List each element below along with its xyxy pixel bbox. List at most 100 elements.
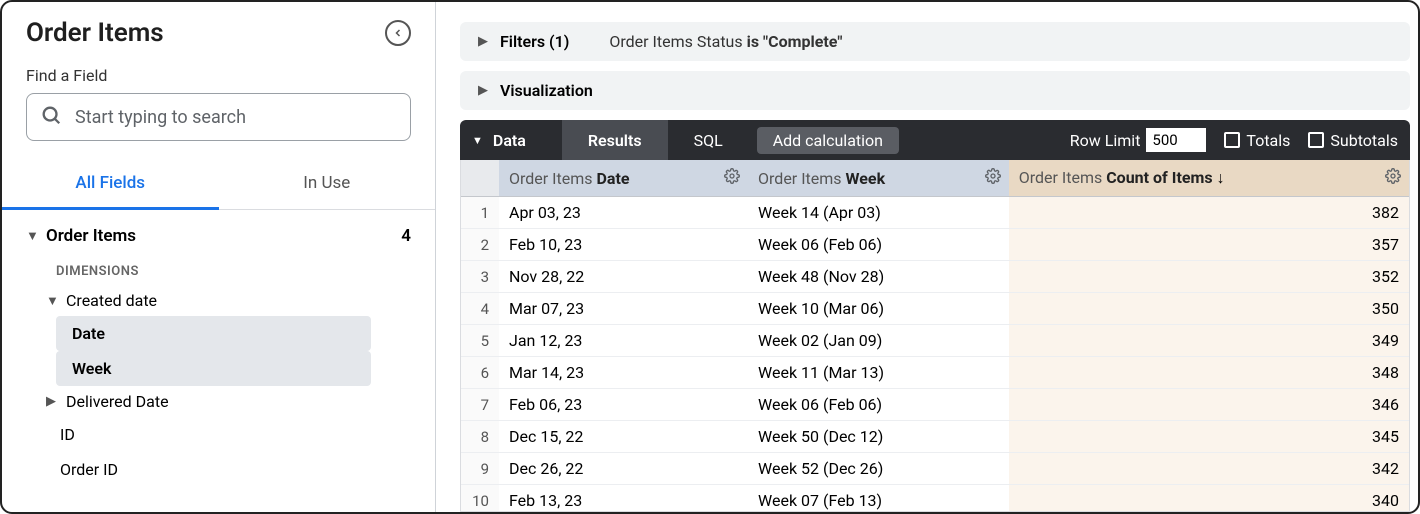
filters-panel[interactable]: ▶ Filters (1) Order Items Status is "Com… xyxy=(460,22,1410,61)
field-id[interactable]: ID xyxy=(26,417,411,452)
table-row: 10Feb 13, 23Week 07 (Feb 13)340 xyxy=(461,485,1409,513)
field-picker-sidebar: Order Items Find a Field All Fields In U… xyxy=(2,2,436,512)
cell-count[interactable]: 382 xyxy=(1009,197,1409,229)
caret-down-icon[interactable]: ▼ xyxy=(472,134,483,147)
field-search-input[interactable] xyxy=(26,93,411,141)
totals-checkbox[interactable]: Totals xyxy=(1224,131,1290,150)
row-number: 3 xyxy=(461,261,499,293)
filter-summary-prefix: Order Items Status xyxy=(609,32,746,51)
table-header-row: Order Items Date Order Items Week Order … xyxy=(461,160,1409,197)
tab-all-fields[interactable]: All Fields xyxy=(2,159,219,210)
explore-title: Order Items xyxy=(26,18,164,48)
cell-week[interactable]: Week 48 (Nov 28) xyxy=(748,261,1009,293)
table-row: 6Mar 14, 23Week 11 (Mar 13)348 xyxy=(461,357,1409,389)
cell-week[interactable]: Week 14 (Apr 03) xyxy=(748,197,1009,229)
cell-date[interactable]: Dec 15, 22 xyxy=(499,421,748,453)
table-row: 3Nov 28, 22Week 48 (Nov 28)352 xyxy=(461,261,1409,293)
cell-week[interactable]: Week 06 (Feb 06) xyxy=(748,229,1009,261)
cell-date[interactable]: Feb 10, 23 xyxy=(499,229,748,261)
find-field-label: Find a Field xyxy=(26,66,411,85)
tab-sql[interactable]: SQL xyxy=(668,120,749,160)
table-row: 1Apr 03, 23Week 14 (Apr 03)382 xyxy=(461,197,1409,229)
chevron-left-icon xyxy=(392,27,404,39)
col-order-items-week[interactable]: Order Items Week xyxy=(748,160,1009,197)
col-count-of-items[interactable]: Order Items Count of Items↓ xyxy=(1009,160,1409,197)
cell-count[interactable]: 346 xyxy=(1009,389,1409,421)
cell-date[interactable]: Apr 03, 23 xyxy=(499,197,748,229)
row-number: 6 xyxy=(461,357,499,389)
row-number: 10 xyxy=(461,485,499,513)
view-order-items[interactable]: ▼Order Items 4 xyxy=(26,218,411,254)
table-row: 9Dec 26, 22Week 52 (Dec 26)342 xyxy=(461,453,1409,485)
table-row: 4Mar 07, 23Week 10 (Mar 06)350 xyxy=(461,293,1409,325)
cell-date[interactable]: Mar 07, 23 xyxy=(499,293,748,325)
subtotals-label: Subtotals xyxy=(1330,131,1398,150)
tab-in-use[interactable]: In Use xyxy=(219,159,436,209)
cell-count[interactable]: 350 xyxy=(1009,293,1409,325)
cell-date[interactable]: Jan 12, 23 xyxy=(499,325,748,357)
tab-results[interactable]: Results xyxy=(562,120,668,160)
gear-icon[interactable] xyxy=(1385,168,1401,188)
row-number: 5 xyxy=(461,325,499,357)
field-tabs: All Fields In Use xyxy=(2,159,435,210)
cell-count[interactable]: 340 xyxy=(1009,485,1409,513)
cell-count[interactable]: 342 xyxy=(1009,453,1409,485)
cell-date[interactable]: Dec 26, 22 xyxy=(499,453,748,485)
row-number: 2 xyxy=(461,229,499,261)
search-wrap xyxy=(26,93,411,141)
field-label: Delivered Date xyxy=(66,392,169,411)
field-delivered-date[interactable]: ▶ Delivered Date xyxy=(26,386,411,417)
sort-desc-icon: ↓ xyxy=(1217,168,1225,187)
data-label[interactable]: Data xyxy=(493,131,526,150)
cell-week[interactable]: Week 11 (Mar 13) xyxy=(748,357,1009,389)
cell-count[interactable]: 352 xyxy=(1009,261,1409,293)
cell-count[interactable]: 345 xyxy=(1009,421,1409,453)
field-tree: ▼Order Items 4 DIMENSIONS ▼ Created date… xyxy=(26,218,411,487)
row-number: 1 xyxy=(461,197,499,229)
visualization-label: Visualization xyxy=(500,81,593,100)
gear-icon[interactable] xyxy=(985,168,1001,188)
table-row: 7Feb 06, 23Week 06 (Feb 06)346 xyxy=(461,389,1409,421)
caret-down-icon: ▼ xyxy=(46,293,60,309)
visualization-panel[interactable]: ▶ Visualization xyxy=(460,71,1410,110)
cell-week[interactable]: Week 50 (Dec 12) xyxy=(748,421,1009,453)
filters-label: Filters (1) xyxy=(500,32,569,51)
cell-date[interactable]: Feb 06, 23 xyxy=(499,389,748,421)
field-created-date-date[interactable]: Date xyxy=(56,316,371,351)
row-number: 4 xyxy=(461,293,499,325)
field-created-date-week[interactable]: Week xyxy=(56,351,371,386)
checkbox-icon xyxy=(1224,132,1240,148)
results-table: Order Items Date Order Items Week Order … xyxy=(461,160,1409,512)
sidebar-header: Order Items xyxy=(26,18,411,48)
subtotals-checkbox[interactable]: Subtotals xyxy=(1308,131,1398,150)
view-field-count: 4 xyxy=(401,226,411,246)
cell-week[interactable]: Week 52 (Dec 26) xyxy=(748,453,1009,485)
caret-right-icon: ▶ xyxy=(478,83,488,98)
field-order-id[interactable]: Order ID xyxy=(26,452,411,487)
row-number: 7 xyxy=(461,389,499,421)
gear-icon[interactable] xyxy=(724,168,740,188)
field-created-date[interactable]: ▼ Created date xyxy=(26,285,411,316)
results-table-wrap: Order Items Date Order Items Week Order … xyxy=(460,160,1410,512)
table-row: 8Dec 15, 22Week 50 (Dec 12)345 xyxy=(461,421,1409,453)
cell-week[interactable]: Week 07 (Feb 13) xyxy=(748,485,1009,513)
add-calculation-button[interactable]: Add calculation xyxy=(757,127,899,154)
col-order-items-date[interactable]: Order Items Date xyxy=(499,160,748,197)
cell-week[interactable]: Week 10 (Mar 06) xyxy=(748,293,1009,325)
cell-date[interactable]: Nov 28, 22 xyxy=(499,261,748,293)
cell-date[interactable]: Feb 13, 23 xyxy=(499,485,748,513)
cell-week[interactable]: Week 02 (Jan 09) xyxy=(748,325,1009,357)
cell-date[interactable]: Mar 14, 23 xyxy=(499,357,748,389)
main-panel: ▶ Filters (1) Order Items Status is "Com… xyxy=(436,2,1418,512)
cell-week[interactable]: Week 06 (Feb 06) xyxy=(748,389,1009,421)
col-rownum xyxy=(461,160,499,197)
table-row: 5Jan 12, 23Week 02 (Jan 09)349 xyxy=(461,325,1409,357)
table-row: 2Feb 10, 23Week 06 (Feb 06)357 xyxy=(461,229,1409,261)
row-limit-label: Row Limit xyxy=(1070,131,1141,150)
cell-count[interactable]: 349 xyxy=(1009,325,1409,357)
cell-count[interactable]: 348 xyxy=(1009,357,1409,389)
row-limit-input[interactable] xyxy=(1146,128,1206,152)
collapse-sidebar-button[interactable] xyxy=(385,20,411,46)
cell-count[interactable]: 357 xyxy=(1009,229,1409,261)
table-body: 1Apr 03, 23Week 14 (Apr 03)3822Feb 10, 2… xyxy=(461,197,1409,513)
